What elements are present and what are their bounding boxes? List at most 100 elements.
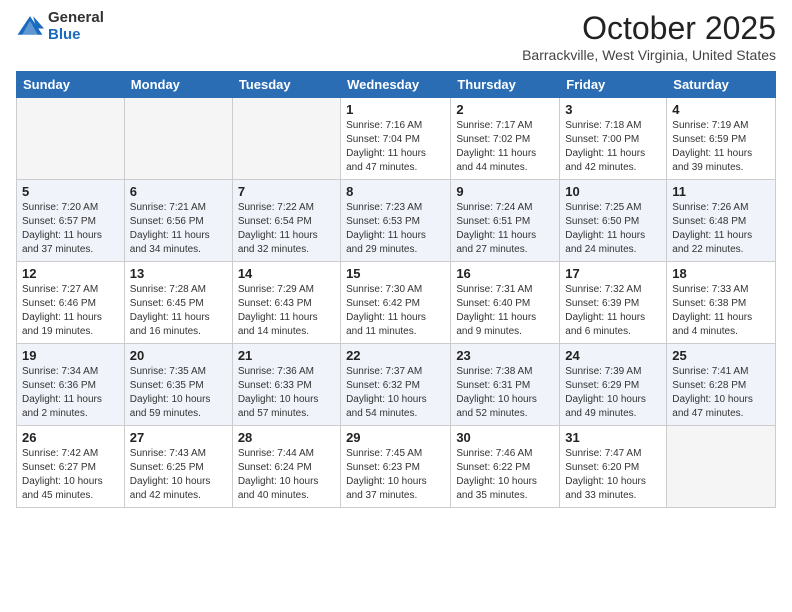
col-header-thursday: Thursday — [451, 72, 560, 98]
day-number: 7 — [238, 184, 335, 199]
calendar-cell: 14Sunrise: 7:29 AM Sunset: 6:43 PM Dayli… — [232, 262, 340, 344]
day-info: Sunrise: 7:20 AM Sunset: 6:57 PM Dayligh… — [22, 201, 119, 257]
calendar-cell: 31 Sunrise: 7:47 AM Sunset: 6:20 PM Dayli… — [560, 426, 667, 508]
day-info: Sunrise: 7:42 AM Sunset: 6:27 PM Dayligh… — [22, 447, 119, 503]
day-info: Sunrise: 7:33 AM Sunset: 6:38 PM Dayligh… — [672, 283, 770, 339]
day-number: 28 — [238, 430, 335, 445]
day-info: Sunrise: 7:43 AM Sunset: 6:25 PM Dayligh… — [130, 447, 227, 503]
day-number: 5 — [22, 184, 119, 199]
calendar-cell: 9 Sunrise: 7:24 AM Sunset: 6:51 PM Daylig… — [451, 180, 560, 262]
calendar-cell: 12 Sunrise: 7:27 AM Sunset: 6:46 PM Dayli… — [17, 262, 125, 344]
day-info: Sunrise: 7:46 AM Sunset: 6:22 PM Dayligh… — [456, 447, 554, 503]
day-number: 10 — [565, 184, 661, 199]
calendar-cell: 6 Sunrise: 7:21 AM Sunset: 6:56 PM Daylig… — [124, 180, 232, 262]
calendar-cell: 11 Sunrise: 7:26 AM Sunset: 6:48 PM Dayli… — [667, 180, 776, 262]
day-info: Sunrise: 7:47 AM Sunset: 6:20 PM Dayligh… — [565, 447, 661, 503]
day-number: 9 — [456, 184, 554, 199]
day-info: Sunrise: 7:16 AM Sunset: 7:04 PM Dayligh… — [346, 119, 445, 175]
day-info: Sunrise: 7:39 AM Sunset: 6:29 PM Dayligh… — [565, 365, 661, 421]
col-header-wednesday: Wednesday — [341, 72, 451, 98]
logo-icon — [16, 13, 44, 41]
header: General Blue October 2025 Barrackville, … — [16, 10, 776, 63]
calendar-cell: 2 Sunrise: 7:17 AM Sunset: 7:02 PM Daylig… — [451, 98, 560, 180]
calendar-cell: 28 Sunrise: 7:44 AM Sunset: 6:24 PM Dayli… — [232, 426, 340, 508]
month-title: October 2025 — [522, 10, 776, 47]
title-block: October 2025 Barrackville, West Virginia… — [522, 10, 776, 63]
calendar-cell: 13 Sunrise: 7:28 AM Sunset: 6:45 PM Dayli… — [124, 262, 232, 344]
day-number: 1 — [346, 102, 445, 117]
day-info: Sunrise: 7:31 AM Sunset: 6:40 PM Dayligh… — [456, 283, 554, 339]
day-number: 24 — [565, 348, 661, 363]
day-info: Sunrise: 7:44 AM Sunset: 6:24 PM Dayligh… — [238, 447, 335, 503]
day-info: Sunrise: 7:34 AM Sunset: 6:36 PM Dayligh… — [22, 365, 119, 421]
col-header-sunday: Sunday — [17, 72, 125, 98]
calendar-cell: 17 Sunrise: 7:32 AM Sunset: 6:39 PM Dayli… — [560, 262, 667, 344]
day-info: Sunrise: 7:21 AM Sunset: 6:56 PM Dayligh… — [130, 201, 227, 257]
calendar-cell: 21 Sunrise: 7:36 AM Sunset: 6:33 PM Dayli… — [232, 344, 340, 426]
day-info: Sunrise: 7:22 AM Sunset: 6:54 PM Dayligh… — [238, 201, 335, 257]
calendar-cell: 27 Sunrise: 7:43 AM Sunset: 6:25 PM Dayli… — [124, 426, 232, 508]
col-header-monday: Monday — [124, 72, 232, 98]
calendar-cell: 24 Sunrise: 7:39 AM Sunset: 6:29 PM Dayli… — [560, 344, 667, 426]
day-info: Sunrise: 7:35 AM Sunset: 6:35 PM Dayligh… — [130, 365, 227, 421]
calendar-cell: 18 Sunrise: 7:33 AM Sunset: 6:38 PM Dayli… — [667, 262, 776, 344]
day-number: 12 — [22, 266, 119, 281]
day-info: Sunrise: 7:41 AM Sunset: 6:28 PM Dayligh… — [672, 365, 770, 421]
day-info: Sunrise: 7:36 AM Sunset: 6:33 PM Dayligh… — [238, 365, 335, 421]
day-number: 18 — [672, 266, 770, 281]
day-number: 2 — [456, 102, 554, 117]
day-info: Sunrise: 7:30 AM Sunset: 6:42 PM Dayligh… — [346, 283, 445, 339]
day-info: Sunrise: 7:19 AM Sunset: 6:59 PM Dayligh… — [672, 119, 770, 175]
day-number: 26 — [22, 430, 119, 445]
col-header-friday: Friday — [560, 72, 667, 98]
day-info: Sunrise: 7:17 AM Sunset: 7:02 PM Dayligh… — [456, 119, 554, 175]
day-number: 3 — [565, 102, 661, 117]
day-number: 4 — [672, 102, 770, 117]
calendar-cell: 22Sunrise: 7:37 AM Sunset: 6:32 PM Dayli… — [341, 344, 451, 426]
calendar-cell: 15 Sunrise: 7:30 AM Sunset: 6:42 PM Dayli… — [341, 262, 451, 344]
day-number: 31 — [565, 430, 661, 445]
day-number: 16 — [456, 266, 554, 281]
calendar-cell — [232, 98, 340, 180]
day-number: 23 — [456, 348, 554, 363]
day-info: Sunrise: 7:27 AM Sunset: 6:46 PM Dayligh… — [22, 283, 119, 339]
day-number: 15 — [346, 266, 445, 281]
day-number: 20 — [130, 348, 227, 363]
calendar-cell: 20 Sunrise: 7:35 AM Sunset: 6:35 PM Dayli… — [124, 344, 232, 426]
day-number: 13 — [130, 266, 227, 281]
day-info: Sunrise: 7:32 AM Sunset: 6:39 PM Dayligh… — [565, 283, 661, 339]
col-header-tuesday: Tuesday — [232, 72, 340, 98]
day-number: 8 — [346, 184, 445, 199]
day-number: 25 — [672, 348, 770, 363]
day-info: Sunrise: 7:45 AM Sunset: 6:23 PM Dayligh… — [346, 447, 445, 503]
calendar-cell: 19Sunrise: 7:34 AM Sunset: 6:36 PM Dayli… — [17, 344, 125, 426]
calendar-cell: 5 Sunrise: 7:20 AM Sunset: 6:57 PM Daylig… — [17, 180, 125, 262]
calendar-cell: 23Sunrise: 7:38 AM Sunset: 6:31 PM Dayli… — [451, 344, 560, 426]
logo: General Blue — [16, 10, 104, 43]
day-number: 27 — [130, 430, 227, 445]
location: Barrackville, West Virginia, United Stat… — [522, 47, 776, 63]
day-number: 6 — [130, 184, 227, 199]
calendar-cell: 4 Sunrise: 7:19 AM Sunset: 6:59 PM Daylig… — [667, 98, 776, 180]
calendar-cell: 7 Sunrise: 7:22 AM Sunset: 6:54 PM Daylig… — [232, 180, 340, 262]
calendar-cell: 29 Sunrise: 7:45 AM Sunset: 6:23 PM Dayli… — [341, 426, 451, 508]
day-number: 21 — [238, 348, 335, 363]
day-number: 30 — [456, 430, 554, 445]
calendar-cell: 10 Sunrise: 7:25 AM Sunset: 6:50 PM Dayli… — [560, 180, 667, 262]
day-info: Sunrise: 7:26 AM Sunset: 6:48 PM Dayligh… — [672, 201, 770, 257]
day-number: 11 — [672, 184, 770, 199]
day-info: Sunrise: 7:23 AM Sunset: 6:53 PM Dayligh… — [346, 201, 445, 257]
calendar-cell: 26 Sunrise: 7:42 AM Sunset: 6:27 PM Dayli… — [17, 426, 125, 508]
col-header-saturday: Saturday — [667, 72, 776, 98]
calendar-cell — [667, 426, 776, 508]
day-number: 17 — [565, 266, 661, 281]
day-info: Sunrise: 7:28 AM Sunset: 6:45 PM Dayligh… — [130, 283, 227, 339]
day-number: 29 — [346, 430, 445, 445]
day-number: 22 — [346, 348, 445, 363]
calendar-cell: 30 Sunrise: 7:46 AM Sunset: 6:22 PM Dayli… — [451, 426, 560, 508]
day-info: Sunrise: 7:25 AM Sunset: 6:50 PM Dayligh… — [565, 201, 661, 257]
day-number: 14 — [238, 266, 335, 281]
day-info: Sunrise: 7:24 AM Sunset: 6:51 PM Dayligh… — [456, 201, 554, 257]
day-info: Sunrise: 7:18 AM Sunset: 7:00 PM Dayligh… — [565, 119, 661, 175]
calendar-cell: 25 Sunrise: 7:41 AM Sunset: 6:28 PM Dayli… — [667, 344, 776, 426]
